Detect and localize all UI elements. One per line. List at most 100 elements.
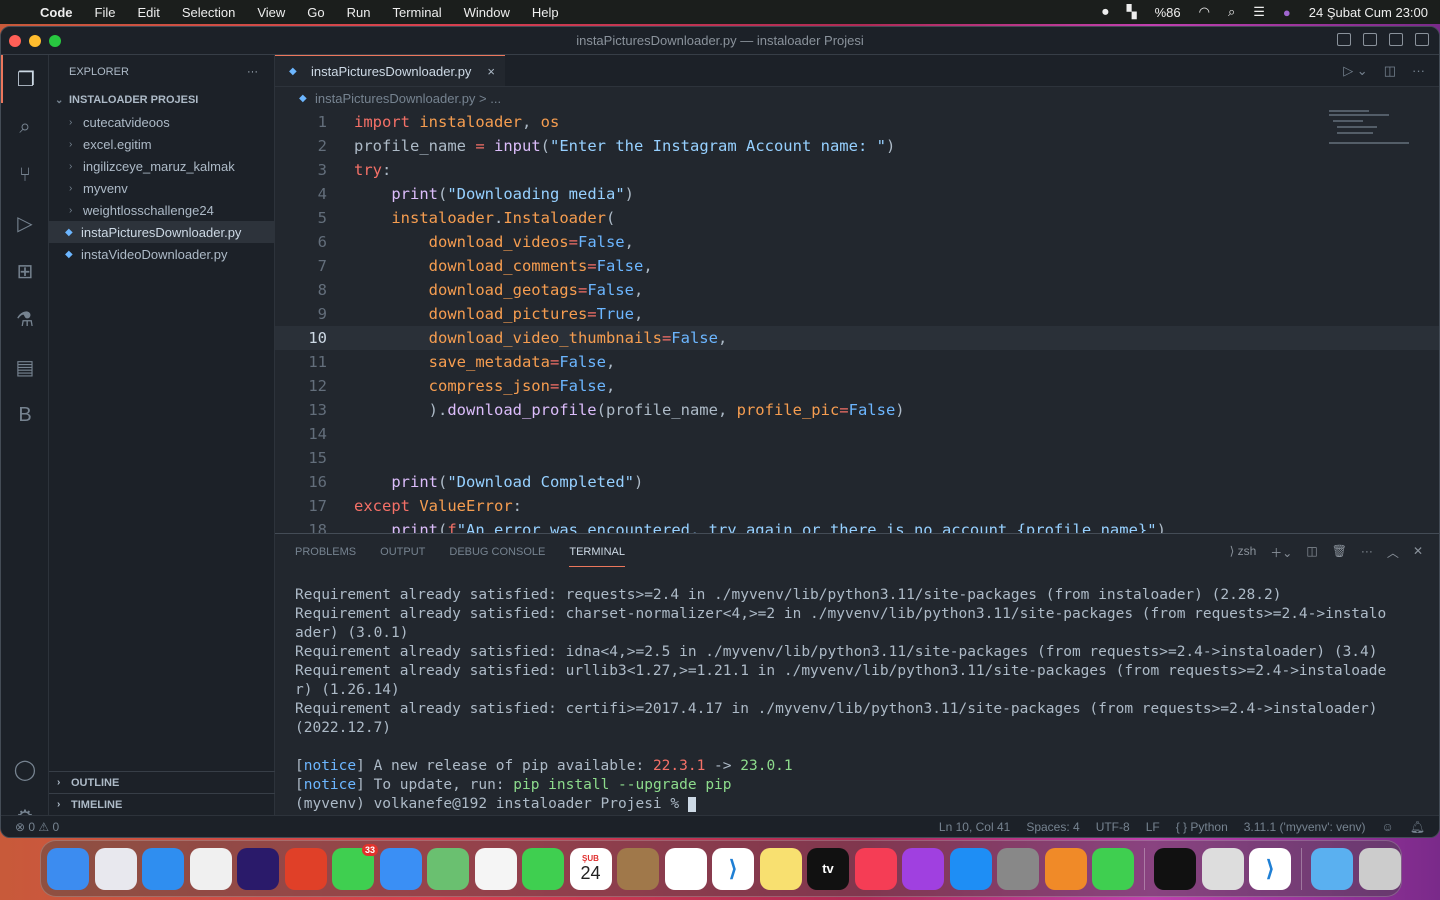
- notebook-icon[interactable]: ▤: [1, 343, 49, 391]
- run-debug-icon[interactable]: ▷: [1, 199, 49, 247]
- code-line[interactable]: 1 import instaloader, os: [275, 110, 1439, 134]
- more-actions-icon[interactable]: ···: [1412, 63, 1425, 79]
- code-editor[interactable]: 1 import instaloader, os 2 profile_name = i…: [275, 110, 1439, 542]
- dock-launchpad-icon[interactable]: [94, 847, 137, 890]
- source-control-icon[interactable]: ⑂: [1, 151, 49, 199]
- dock-terminal-icon[interactable]: [1154, 847, 1196, 890]
- search-icon[interactable]: ⌕: [1228, 4, 1235, 20]
- tab-debug-console[interactable]: DEBUG CONSOLE: [449, 546, 545, 558]
- problems-status[interactable]: ⊗ 0 ⚠ 0: [15, 820, 59, 834]
- toggle-sidebar-icon[interactable]: [1337, 33, 1351, 46]
- dock-whatsapp-icon[interactable]: [1092, 847, 1134, 890]
- screen-record-icon[interactable]: ⏺: [1102, 4, 1109, 20]
- minimap[interactable]: [1329, 110, 1419, 150]
- menu-go[interactable]: Go: [307, 5, 324, 20]
- folder-item[interactable]: › weightlosschallenge24: [49, 199, 274, 221]
- menu-edit[interactable]: Edit: [137, 5, 159, 20]
- dock-chrome-icon[interactable]: [189, 847, 232, 890]
- folder-item[interactable]: › myvenv: [49, 177, 274, 199]
- menu-window[interactable]: Window: [464, 5, 510, 20]
- minimize-window-button[interactable]: [29, 35, 41, 47]
- close-panel-icon[interactable]: ✕: [1413, 544, 1423, 561]
- tab-problems[interactable]: PROBLEMS: [295, 546, 356, 558]
- code-line[interactable]: 10 download_video_thumbnails=False,: [275, 326, 1439, 350]
- toggle-panel-icon[interactable]: [1363, 33, 1377, 46]
- code-line[interactable]: 7 download_comments=False,: [275, 254, 1439, 278]
- code-line[interactable]: 8 download_geotags=False,: [275, 278, 1439, 302]
- code-line[interactable]: 17 except ValueError:: [275, 494, 1439, 518]
- control-center-icon[interactable]: ☰: [1253, 4, 1265, 20]
- dock-apple-tv-icon[interactable]: tv: [807, 847, 849, 890]
- customize-layout-icon[interactable]: [1415, 33, 1429, 46]
- search-icon[interactable]: ⌕: [1, 103, 49, 151]
- dock-app-store-icon[interactable]: [949, 847, 992, 890]
- notifications-bell-icon[interactable]: 🔔︎: [1410, 820, 1425, 834]
- code-line[interactable]: 13 ).download_profile(profile_name, prof…: [275, 398, 1439, 422]
- dock-preview-icon[interactable]: [1201, 847, 1244, 890]
- dock-reminders-icon[interactable]: [664, 847, 707, 890]
- dock-facetime-icon[interactable]: [522, 847, 564, 890]
- dock-system-settings-icon[interactable]: [997, 847, 1039, 890]
- account-icon[interactable]: ◯: [1, 745, 49, 793]
- menu-file[interactable]: File: [95, 5, 116, 20]
- project-folder[interactable]: ⌄ INSTALOADER PROJESI: [49, 89, 274, 111]
- close-window-button[interactable]: [9, 35, 21, 47]
- dock-music-icon[interactable]: [854, 847, 897, 890]
- split-editor-icon[interactable]: ◫: [1384, 63, 1396, 79]
- dock-maps-icon[interactable]: [427, 847, 469, 890]
- code-line[interactable]: 6 download_videos=False,: [275, 230, 1439, 254]
- layout-icon[interactable]: ▚: [1127, 4, 1137, 20]
- folder-item[interactable]: › ingilizceye_maruz_kalmak: [49, 155, 274, 177]
- line-ending[interactable]: LF: [1146, 820, 1160, 834]
- dock-vscode-2-icon[interactable]: ⟩: [1249, 847, 1291, 890]
- more-actions-icon[interactable]: ···: [247, 66, 258, 78]
- tab-instapicturesdownloader[interactable]: ◆ instaPicturesDownloader.py ×: [275, 55, 505, 86]
- extensions-icon[interactable]: ⊞: [1, 247, 49, 295]
- battery-percent[interactable]: %86: [1155, 5, 1181, 20]
- clock[interactable]: 24 Şubat Cum 23:00: [1309, 5, 1428, 20]
- dock-downloads-folder-icon[interactable]: [1311, 847, 1353, 890]
- tab-terminal[interactable]: TERMINAL: [569, 538, 625, 567]
- dock-podcasts-icon[interactable]: [902, 847, 944, 890]
- code-line[interactable]: 5 instaloader.Instaloader(: [275, 206, 1439, 230]
- dock-vscode-icon[interactable]: ⟩: [712, 847, 754, 890]
- run-file-icon[interactable]: ▷ ⌄: [1343, 63, 1368, 79]
- dock-photos-icon[interactable]: [474, 847, 517, 890]
- menu-view[interactable]: View: [257, 5, 285, 20]
- kill-terminal-icon[interactable]: 🗑: [1332, 544, 1347, 561]
- code-line[interactable]: 11 save_metadata=False,: [275, 350, 1439, 374]
- language-mode[interactable]: { } Python: [1176, 820, 1228, 834]
- code-line[interactable]: 15: [275, 446, 1439, 470]
- dock-brave-icon[interactable]: [284, 847, 327, 890]
- dock-calendar-icon[interactable]: ŞUB 24: [569, 847, 612, 890]
- dock-messages-icon[interactable]: 33: [332, 843, 378, 890]
- encoding[interactable]: UTF-8: [1096, 820, 1130, 834]
- dock-firefox-icon[interactable]: [237, 847, 279, 890]
- wifi-icon[interactable]: ◠: [1199, 4, 1210, 20]
- outline-section[interactable]: › OUTLINE: [49, 771, 275, 793]
- dock-safari-icon[interactable]: [142, 847, 184, 890]
- indentation[interactable]: Spaces: 4: [1026, 820, 1079, 834]
- new-terminal-icon[interactable]: ＋⌄: [1270, 544, 1292, 561]
- b-extension-icon[interactable]: B: [1, 391, 49, 439]
- file-item[interactable]: ◆ instaPicturesDownloader.py: [49, 221, 274, 243]
- dock-notes-icon[interactable]: [759, 847, 802, 890]
- timeline-section[interactable]: › TIMELINE: [49, 793, 275, 815]
- tab-output[interactable]: OUTPUT: [380, 546, 425, 558]
- explorer-icon[interactable]: ❐: [1, 55, 49, 103]
- feedback-icon[interactable]: ☺: [1382, 820, 1394, 834]
- zoom-window-button[interactable]: [49, 35, 61, 47]
- breadcrumb[interactable]: ◆ instaPicturesDownloader.py > ...: [275, 87, 1439, 109]
- dock-finder-icon[interactable]: [47, 847, 89, 890]
- code-line[interactable]: 4 print("Downloading media"): [275, 182, 1439, 206]
- code-line[interactable]: 2 profile_name = input("Enter the Instagr…: [275, 134, 1439, 158]
- testing-icon[interactable]: ⚗: [1, 295, 49, 343]
- dock-trash-icon[interactable]: [1358, 847, 1401, 890]
- dock-books-icon[interactable]: [1044, 847, 1087, 890]
- dock-mail-icon[interactable]: [379, 847, 422, 890]
- file-item[interactable]: ◆ instaVideoDownloader.py: [49, 243, 274, 265]
- split-terminal-icon[interactable]: ◫: [1306, 544, 1317, 561]
- menu-selection[interactable]: Selection: [182, 5, 235, 20]
- cursor-position[interactable]: Ln 10, Col 41: [939, 820, 1010, 834]
- code-line[interactable]: 12 compress_json=False,: [275, 374, 1439, 398]
